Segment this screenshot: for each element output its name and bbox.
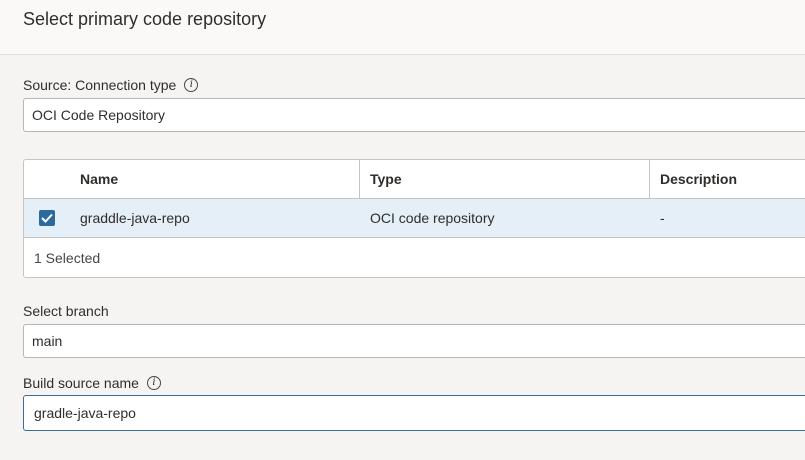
branch-label-text: Select branch [23, 303, 109, 319]
page-title: Select primary code repository [23, 9, 267, 29]
branch-value: main [32, 333, 63, 349]
row-checkbox[interactable] [39, 210, 55, 226]
row-name: graddle-java-repo [80, 210, 190, 226]
selection-count: 1 Selected [34, 250, 101, 266]
info-icon[interactable]: i [146, 376, 161, 390]
row-type: OCI code repository [370, 210, 495, 226]
checkmark-icon [41, 213, 53, 223]
build-source-label-text: Build source name [23, 375, 139, 391]
info-icon[interactable]: i [184, 78, 199, 92]
table-row[interactable]: graddle-java-repo OCI code repository - [24, 199, 805, 238]
connection-type-value: OCI Code Repository [32, 107, 166, 123]
source-label-text: Source: Connection type [23, 77, 177, 93]
column-divider [359, 160, 360, 198]
column-header-description[interactable]: Description [660, 160, 737, 198]
repository-table: Name Type Description graddle-java-repo … [23, 159, 805, 278]
panel-header: Select primary code repository [0, 0, 805, 55]
column-header-name[interactable]: Name [80, 160, 118, 198]
table-header: Name Type Description [24, 160, 805, 199]
select-branch-label: Select branch [23, 303, 109, 319]
source-connection-type-label: Source: Connection type i [23, 77, 199, 93]
column-divider [649, 160, 650, 198]
build-source-value: gradle-java-repo [34, 405, 136, 421]
column-header-type[interactable]: Type [370, 160, 402, 198]
build-source-name-label: Build source name i [23, 375, 161, 391]
branch-select[interactable]: main [23, 324, 805, 358]
row-description: - [660, 210, 665, 226]
build-source-name-input[interactable]: gradle-java-repo [23, 395, 805, 431]
connection-type-select[interactable]: OCI Code Repository [23, 98, 805, 132]
